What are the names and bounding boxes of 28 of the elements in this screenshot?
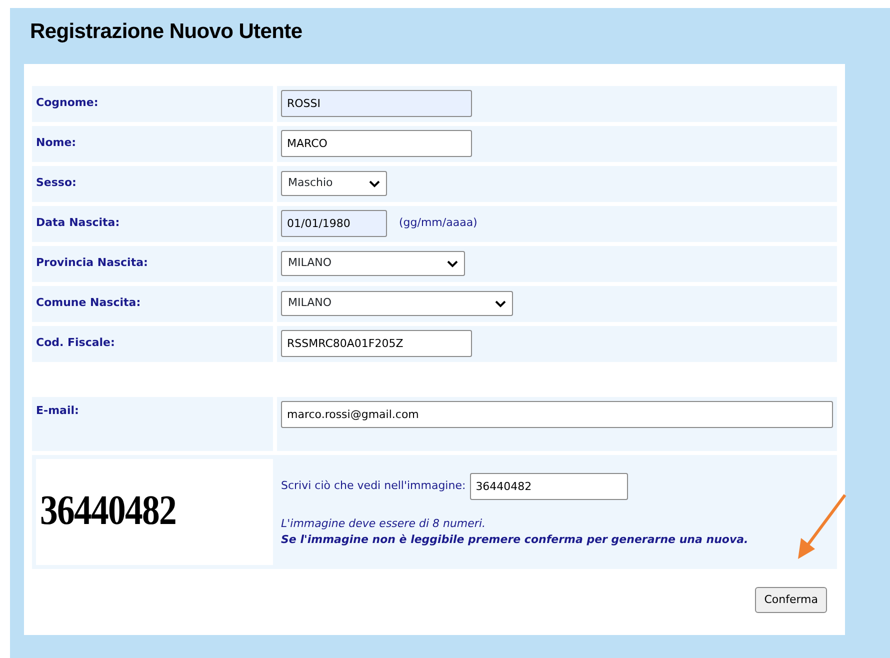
- format-hint: (gg/mm/aaaa): [399, 215, 478, 232]
- arrow-annotation: [795, 494, 847, 560]
- chevron-down-icon: [447, 260, 458, 268]
- dropdown[interactable]: MILANO: [281, 251, 465, 276]
- field-label: Cod. Fiscale:: [32, 326, 273, 362]
- field-label: Cognome:: [32, 86, 273, 122]
- chevron-down-icon: [495, 300, 506, 308]
- dropdown[interactable]: MILANO: [281, 291, 513, 316]
- field-label: Data Nascita:: [32, 206, 273, 242]
- confirm-button[interactable]: Conferma: [755, 586, 827, 613]
- text-field[interactable]: MARCO: [281, 130, 472, 157]
- text-field[interactable]: 01/01/1980: [281, 210, 387, 237]
- chevron-down-icon: [369, 180, 380, 188]
- text-field[interactable]: RSSMRC80A01F205Z: [281, 330, 472, 357]
- field-label: Sesso:: [32, 166, 273, 202]
- email-field[interactable]: marco.rossi@gmail.com: [281, 400, 833, 428]
- captcha-image: 36440482: [36, 458, 273, 564]
- captcha-note: L'immagine deve essere di 8 numeri.: [281, 516, 486, 532]
- captcha-warning: Se l'immagine non è leggibile premere conferma per generarne una nuova.: [281, 532, 750, 548]
- captcha-field[interactable]: 36440482: [470, 472, 628, 500]
- text-field[interactable]: ROSSI: [281, 90, 472, 117]
- field-label: Nome:: [32, 126, 273, 162]
- field-label: E-mail:: [32, 396, 273, 450]
- field-label: Comune Nascita:: [32, 286, 273, 322]
- page-title: Registrazione Nuovo Utente: [30, 19, 304, 45]
- dropdown[interactable]: Maschio: [281, 171, 387, 196]
- field-label: Provincia Nascita:: [32, 246, 273, 282]
- captcha-prompt: Scrivi ciò che vedi nell'immagine:: [281, 478, 466, 494]
